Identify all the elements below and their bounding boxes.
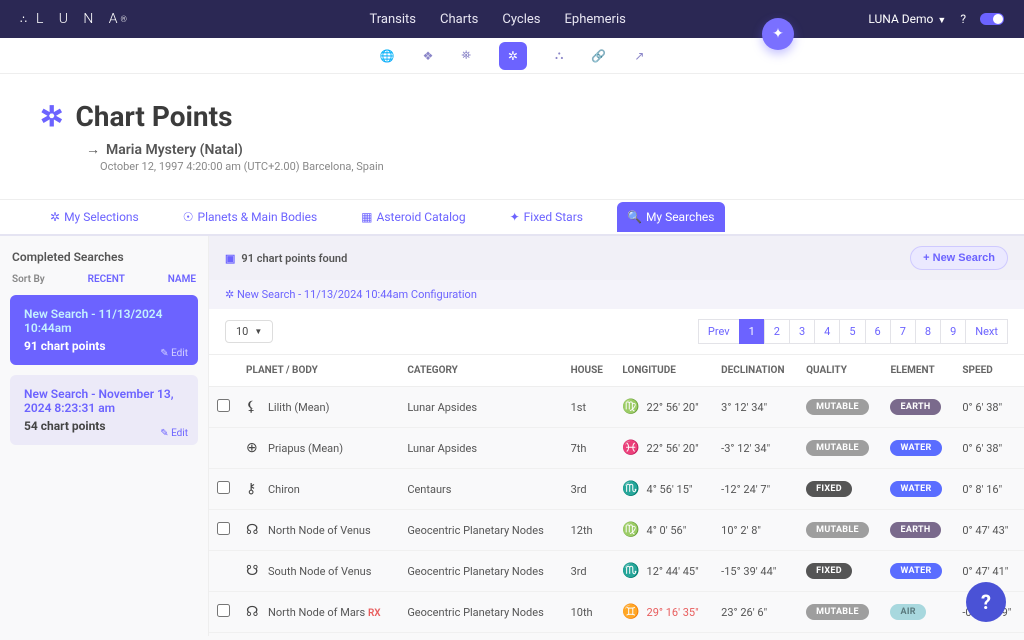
element-badge: AIR <box>890 604 925 620</box>
body-glyph-icon: ⚷ <box>246 481 260 497</box>
settings-icon[interactable]: ✲ <box>499 42 527 70</box>
nav-charts[interactable]: Charts <box>440 12 478 27</box>
pager-page-2[interactable]: 2 <box>764 319 790 344</box>
table-row: ⊕Priapus (Mean)Lunar Apsides7th♓ 22° 56'… <box>209 428 1024 469</box>
pager-page-4[interactable]: 4 <box>814 319 840 344</box>
tab-asteroid-catalog[interactable]: ▦ Asteroid Catalog <box>351 202 475 232</box>
body-glyph-icon: ☋ <box>246 563 260 579</box>
pager-page-1[interactable]: 1 <box>739 319 765 344</box>
pager-page-6[interactable]: 6 <box>865 319 891 344</box>
gear-icon: ✲ <box>40 100 63 133</box>
col-category: CATEGORY <box>399 355 562 387</box>
pager-page-8[interactable]: 8 <box>915 319 941 344</box>
col-element: ELEMENT <box>882 355 954 387</box>
attachment-icon[interactable]: 🔗 <box>591 49 606 63</box>
col-declination: DECLINATION <box>713 355 798 387</box>
edit-search-link[interactable]: ✎ Edit <box>160 348 188 359</box>
sort-label: Sort By <box>12 274 45 285</box>
zodiac-glyph-icon: ♏ <box>622 481 639 497</box>
birth-data: October 12, 1997 4:20:00 am (UTC+2.00) B… <box>100 160 984 173</box>
body-glyph-icon: ☊ <box>246 604 260 620</box>
logo[interactable]: ∴L U N A® <box>20 11 127 27</box>
element-badge: EARTH <box>890 399 940 415</box>
quality-badge: FIXED <box>806 481 852 497</box>
edit-search-link[interactable]: ✎ Edit <box>160 428 188 439</box>
row-checkbox[interactable] <box>217 604 230 617</box>
person-icon[interactable]: ⛯ <box>461 48 471 63</box>
person-link[interactable]: →Maria Mystery (Natal) <box>86 141 984 158</box>
table-row: ☊North Node of VenusGeocentric Planetary… <box>209 510 1024 551</box>
nav-ephemeris[interactable]: Ephemeris <box>565 12 626 27</box>
globe-icon[interactable]: 🌐 <box>380 49 395 63</box>
zodiac-glyph-icon: ♍ <box>622 522 639 538</box>
element-badge: WATER <box>890 440 941 456</box>
body-glyph-icon: ⊕ <box>246 440 260 456</box>
element-badge: WATER <box>890 563 941 579</box>
col-longitude: LONGITUDE <box>614 355 713 387</box>
help-bubble[interactable]: ? <box>966 582 1006 622</box>
table-row: ⚷ChironCentaurs3rd♏ 4° 56' 15"-12° 24' 7… <box>209 469 1024 510</box>
tab-my-searches[interactable]: 🔍 My Searches <box>617 202 725 232</box>
row-checkbox[interactable] <box>217 522 230 535</box>
zodiac-glyph-icon: ♓ <box>622 440 639 456</box>
results-count: 91 chart points found <box>241 252 347 265</box>
arrow-right-icon: → <box>86 141 100 158</box>
share-icon[interactable]: ↗ <box>634 49 644 63</box>
col-body: PLANET / BODY <box>238 355 399 387</box>
pager-page-3[interactable]: 3 <box>789 319 815 344</box>
expand-icon[interactable]: ▣ <box>225 252 235 265</box>
add-fab[interactable]: ✦ <box>762 18 794 50</box>
nav-cycles[interactable]: Cycles <box>502 12 540 27</box>
quality-badge: MUTABLE <box>806 399 869 415</box>
tab-my-selections[interactable]: ✲ My Selections <box>40 202 149 232</box>
sort-recent[interactable]: RECENT <box>88 274 125 285</box>
element-badge: WATER <box>890 481 941 497</box>
zodiac-glyph-icon: ♊ <box>622 604 639 620</box>
quality-badge: MUTABLE <box>806 604 869 620</box>
theme-toggle[interactable] <box>980 13 1004 25</box>
search-card[interactable]: New Search - November 13, 2024 8:23:31 a… <box>10 375 198 445</box>
body-glyph-icon: ⚸ <box>246 399 260 415</box>
quality-badge: MUTABLE <box>806 440 869 456</box>
zodiac-glyph-icon: ♍ <box>622 399 639 415</box>
nav-transits[interactable]: Transits <box>370 12 417 27</box>
zodiac-glyph-icon: ♏ <box>622 563 639 579</box>
element-badge: EARTH <box>890 522 940 538</box>
layers-icon[interactable]: ❖ <box>423 49 434 63</box>
config-link[interactable]: ✲ New Search - 11/13/2024 10:44am Config… <box>209 280 1024 309</box>
col-quality: QUALITY <box>798 355 882 387</box>
user-menu[interactable]: LUNA Demo▼ <box>868 12 946 26</box>
help-icon[interactable]: ? <box>960 12 966 26</box>
sidebar-heading: Completed Searches <box>12 250 196 264</box>
quality-badge: MUTABLE <box>806 522 869 538</box>
page-title: ✲Chart Points <box>40 100 984 133</box>
pager-prev[interactable]: Prev <box>698 319 740 344</box>
table-row: ⚸Lilith (Mean)Lunar Apsides1st♍ 22° 56' … <box>209 387 1024 428</box>
pager-page-7[interactable]: 7 <box>890 319 916 344</box>
tab-fixed-stars[interactable]: ✦ Fixed Stars <box>500 202 593 232</box>
search-card-active[interactable]: New Search - 11/13/2024 10:44am 91 chart… <box>10 295 198 365</box>
pager-next[interactable]: Next <box>965 319 1008 344</box>
body-glyph-icon: ☊ <box>246 522 260 538</box>
col-house: HOUSE <box>563 355 615 387</box>
quality-badge: FIXED <box>806 563 852 579</box>
row-checkbox[interactable] <box>217 481 230 494</box>
sort-name[interactable]: NAME <box>168 274 196 285</box>
col-speed: SPEED <box>954 355 1024 387</box>
chevron-down-icon: ▼ <box>254 327 262 336</box>
row-checkbox[interactable] <box>217 399 230 412</box>
pager-page-9[interactable]: 9 <box>940 319 966 344</box>
new-search-button[interactable]: New Search <box>910 246 1008 270</box>
table-row: ☊North Node of Mars RXGeocentric Planeta… <box>209 592 1024 633</box>
tab-planets-bodies[interactable]: ☉ Planets & Main Bodies <box>173 202 327 232</box>
pager-page-5[interactable]: 5 <box>839 319 865 344</box>
table-row: ☋South Node of VenusGeocentric Planetary… <box>209 551 1024 592</box>
tree-icon[interactable]: ⛬ <box>555 48 563 63</box>
per-page-select[interactable]: 10 ▼ <box>225 320 273 343</box>
